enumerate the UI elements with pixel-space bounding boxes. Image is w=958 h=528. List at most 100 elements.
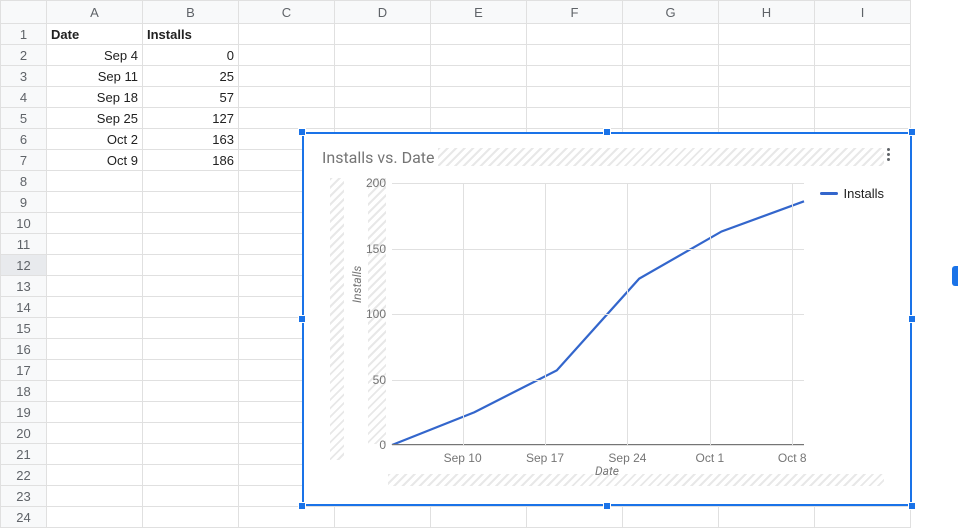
row-header-20[interactable]: 20	[1, 423, 47, 444]
cell-H1[interactable]	[719, 24, 815, 45]
cell-I1[interactable]	[815, 24, 911, 45]
chart-editable-region[interactable]	[438, 148, 884, 166]
cell-A15[interactable]	[47, 318, 143, 339]
cell-D1[interactable]	[335, 24, 431, 45]
cell-A11[interactable]	[47, 234, 143, 255]
chart-legend[interactable]: Installs	[820, 186, 884, 201]
row-header-18[interactable]: 18	[1, 381, 47, 402]
chart-x-axis-label[interactable]: Date	[595, 464, 619, 478]
cell-A10[interactable]	[47, 213, 143, 234]
cell-C5[interactable]	[239, 108, 335, 129]
cell-B23[interactable]	[143, 486, 239, 507]
cell-F3[interactable]	[527, 66, 623, 87]
cell-E24[interactable]	[431, 507, 527, 528]
row-header-5[interactable]: 5	[1, 108, 47, 129]
cell-A4[interactable]: Sep 18	[47, 87, 143, 108]
cell-B20[interactable]	[143, 423, 239, 444]
cell-A7[interactable]: Oct 9	[47, 150, 143, 171]
resize-handle-bl[interactable]	[298, 502, 306, 510]
row-header-12[interactable]: 12	[1, 255, 47, 276]
chart-title[interactable]: Installs vs. Date	[322, 148, 435, 167]
explore-tab[interactable]	[952, 266, 958, 286]
row-header-22[interactable]: 22	[1, 465, 47, 486]
cell-B17[interactable]	[143, 360, 239, 381]
cell-D5[interactable]	[335, 108, 431, 129]
cell-G3[interactable]	[623, 66, 719, 87]
cell-H3[interactable]	[719, 66, 815, 87]
cell-B14[interactable]	[143, 297, 239, 318]
row-header-6[interactable]: 6	[1, 129, 47, 150]
cell-D24[interactable]	[335, 507, 431, 528]
cell-H5[interactable]	[719, 108, 815, 129]
cell-D3[interactable]	[335, 66, 431, 87]
cell-A9[interactable]	[47, 192, 143, 213]
row-header-4[interactable]: 4	[1, 87, 47, 108]
cell-A2[interactable]: Sep 4	[47, 45, 143, 66]
chart-editable-region[interactable]	[330, 178, 344, 460]
column-header-B[interactable]: B	[143, 1, 239, 24]
row-header-21[interactable]: 21	[1, 444, 47, 465]
chart-y-axis-label[interactable]: Installs	[350, 266, 364, 303]
cell-C3[interactable]	[239, 66, 335, 87]
cell-B21[interactable]	[143, 444, 239, 465]
cell-I4[interactable]	[815, 87, 911, 108]
cell-A13[interactable]	[47, 276, 143, 297]
cell-I3[interactable]	[815, 66, 911, 87]
column-header-A[interactable]: A	[47, 1, 143, 24]
cell-G5[interactable]	[623, 108, 719, 129]
corner-cell[interactable]	[1, 1, 47, 24]
resize-handle-tm[interactable]	[603, 128, 611, 136]
column-header-I[interactable]: I	[815, 1, 911, 24]
cell-H4[interactable]	[719, 87, 815, 108]
chart-menu-button[interactable]	[878, 144, 898, 164]
cell-A14[interactable]	[47, 297, 143, 318]
cell-F5[interactable]	[527, 108, 623, 129]
cell-F4[interactable]	[527, 87, 623, 108]
row-header-7[interactable]: 7	[1, 150, 47, 171]
cell-A17[interactable]	[47, 360, 143, 381]
cell-C2[interactable]	[239, 45, 335, 66]
cell-C4[interactable]	[239, 87, 335, 108]
row-header-16[interactable]: 16	[1, 339, 47, 360]
row-header-19[interactable]: 19	[1, 402, 47, 423]
row-header-2[interactable]: 2	[1, 45, 47, 66]
cell-B18[interactable]	[143, 381, 239, 402]
cell-B7[interactable]: 186	[143, 150, 239, 171]
row-header-3[interactable]: 3	[1, 66, 47, 87]
cell-I5[interactable]	[815, 108, 911, 129]
cell-A20[interactable]	[47, 423, 143, 444]
column-header-G[interactable]: G	[623, 1, 719, 24]
resize-handle-tl[interactable]	[298, 128, 306, 136]
cell-B16[interactable]	[143, 339, 239, 360]
cell-E2[interactable]	[431, 45, 527, 66]
chart-plot-area[interactable]: 050100150200Sep 10Sep 17Sep 24Oct 1Oct 8	[392, 183, 804, 445]
row-header-15[interactable]: 15	[1, 318, 47, 339]
cell-B8[interactable]	[143, 171, 239, 192]
cell-B3[interactable]: 25	[143, 66, 239, 87]
row-header-13[interactable]: 13	[1, 276, 47, 297]
row-header-9[interactable]: 9	[1, 192, 47, 213]
row-header-10[interactable]: 10	[1, 213, 47, 234]
resize-handle-bm[interactable]	[603, 502, 611, 510]
cell-A21[interactable]	[47, 444, 143, 465]
column-header-E[interactable]: E	[431, 1, 527, 24]
cell-G4[interactable]	[623, 87, 719, 108]
resize-handle-tr[interactable]	[908, 128, 916, 136]
cell-H24[interactable]	[719, 507, 815, 528]
cell-E5[interactable]	[431, 108, 527, 129]
column-header-H[interactable]: H	[719, 1, 815, 24]
cell-A24[interactable]	[47, 507, 143, 528]
resize-handle-ml[interactable]	[298, 315, 306, 323]
cell-E1[interactable]	[431, 24, 527, 45]
cell-B13[interactable]	[143, 276, 239, 297]
cell-B6[interactable]: 163	[143, 129, 239, 150]
cell-B2[interactable]: 0	[143, 45, 239, 66]
column-header-F[interactable]: F	[527, 1, 623, 24]
cell-I24[interactable]	[815, 507, 911, 528]
cell-E4[interactable]	[431, 87, 527, 108]
chart-object[interactable]: Installs vs. Date Installs 050100150200S…	[302, 132, 912, 506]
cell-B5[interactable]: 127	[143, 108, 239, 129]
cell-A23[interactable]	[47, 486, 143, 507]
row-header-17[interactable]: 17	[1, 360, 47, 381]
cell-B12[interactable]	[143, 255, 239, 276]
